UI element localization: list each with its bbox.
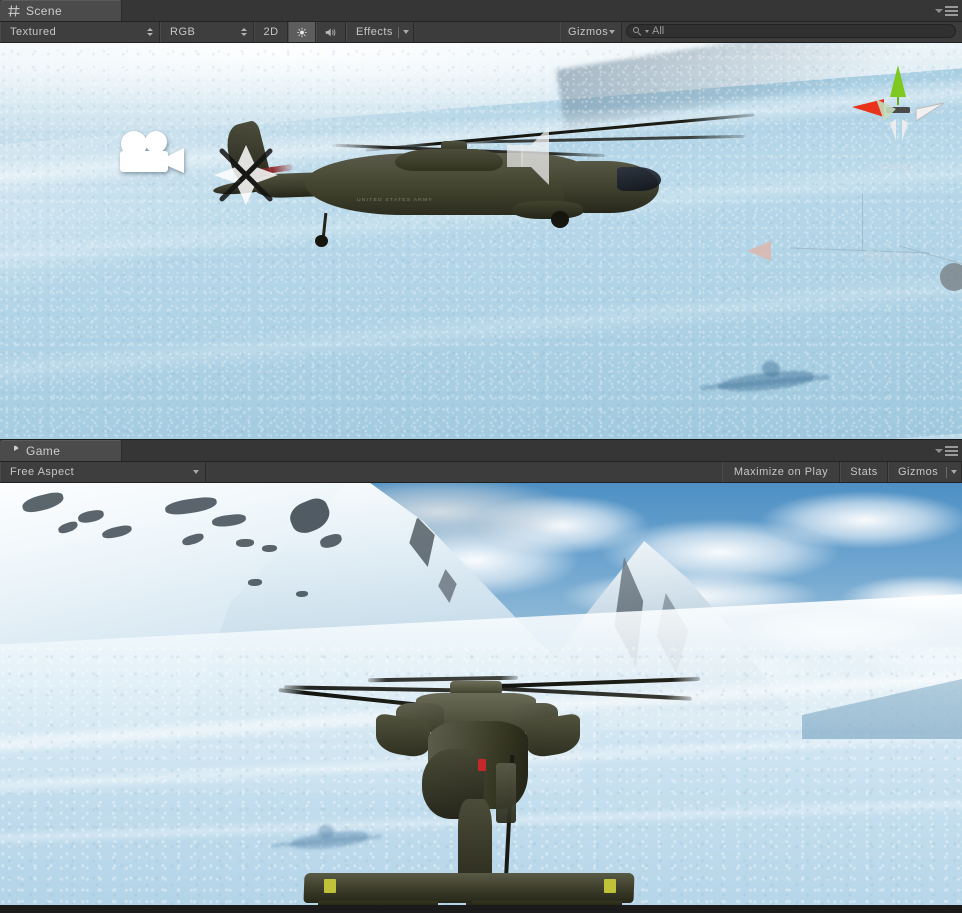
- rock-patch: [236, 539, 254, 547]
- scene-toolbar: Textured RGB 2D Effects Gizmos All: [0, 22, 962, 43]
- scene-effects-label: Effects: [356, 26, 393, 38]
- tab-game-label: Game: [26, 444, 61, 458]
- game-helicopter-shadow: [318, 825, 334, 839]
- grid-icon: [8, 5, 20, 17]
- scene-effects-dropdown[interactable]: Effects: [346, 22, 414, 42]
- scene-draw-mode-dropdown[interactable]: Textured: [0, 22, 160, 42]
- scene-2d-label: 2D: [263, 26, 279, 38]
- scene-search-input[interactable]: All: [626, 24, 956, 38]
- speaker-icon: [325, 28, 336, 36]
- game-panel: Game Free Aspect Maximize on Play Stats …: [0, 440, 962, 908]
- scene-panel-menu-button[interactable]: [935, 4, 958, 17]
- tab-game[interactable]: Game: [0, 440, 122, 461]
- scene-gizmos-dropdown[interactable]: Gizmos: [560, 22, 622, 42]
- game-gizmos-dropdown[interactable]: Gizmos: [888, 462, 962, 482]
- updown-arrows-icon: [241, 28, 247, 36]
- window-bottom-border: [0, 905, 962, 913]
- search-filter-caret-icon: [645, 29, 649, 33]
- rock-patch: [262, 545, 277, 552]
- game-toolbar: Free Aspect Maximize on Play Stats Gizmo…: [0, 462, 962, 483]
- scene-static-watermark: Static: [864, 248, 914, 265]
- scene-draw-mode-label: Textured: [10, 26, 57, 38]
- scene-search-value: All: [652, 25, 665, 37]
- panel-menu-icon: [945, 445, 958, 456]
- scene-viewport[interactable]: UNITED STATES ARMY Static Persp: [0, 43, 962, 439]
- game-stats-toggle[interactable]: Stats: [840, 462, 888, 482]
- sun-icon: [297, 27, 307, 37]
- updown-arrows-icon: [147, 28, 153, 36]
- scene-gizmos-label: Gizmos: [568, 26, 609, 38]
- chevron-down-icon: [609, 30, 615, 34]
- game-icon: [8, 445, 19, 457]
- rock-patch: [248, 579, 262, 586]
- game-tabbar-filler: [122, 440, 962, 461]
- scene-audio-toggle[interactable]: [316, 22, 346, 42]
- rock-patch: [296, 591, 308, 597]
- cloud: [760, 491, 962, 549]
- tab-scene[interactable]: Scene: [0, 0, 122, 21]
- scene-orientation-gizmo[interactable]: Persp: [846, 59, 950, 209]
- scene-panel: Scene Textured RGB 2D Effects Gizmos All…: [0, 0, 962, 439]
- panel-menu-caret-icon: [935, 448, 943, 453]
- game-aspect-label: Free Aspect: [10, 466, 75, 478]
- scene-toolbar-spacer: [414, 22, 560, 42]
- scene-color-mode-dropdown[interactable]: RGB: [160, 22, 254, 42]
- game-stats-label: Stats: [850, 466, 878, 478]
- panel-menu-icon: [945, 5, 958, 16]
- tab-scene-label: Scene: [26, 4, 63, 18]
- game-maximize-on-play-label: Maximize on Play: [733, 466, 829, 478]
- panel-menu-caret-icon: [935, 8, 943, 13]
- search-icon: [633, 26, 642, 36]
- game-toolbar-spacer: [206, 462, 722, 482]
- game-maximize-on-play-toggle[interactable]: Maximize on Play: [722, 462, 840, 482]
- chevron-down-icon: [193, 470, 199, 474]
- scene-color-mode-label: RGB: [170, 26, 196, 38]
- scene-2d-toggle[interactable]: 2D: [254, 22, 288, 42]
- direction-arrow-gizmo[interactable]: [745, 239, 779, 268]
- scene-tabbar-filler: [122, 0, 962, 21]
- game-panel-menu-button[interactable]: [935, 444, 958, 457]
- chevron-down-icon: [403, 30, 409, 34]
- game-aspect-dropdown[interactable]: Free Aspect: [0, 462, 206, 482]
- particle-effect-gizmo-icon[interactable]: [212, 141, 280, 214]
- chevron-down-icon: [951, 470, 957, 474]
- game-snow-texture: [0, 644, 962, 908]
- scene-tabbar: Scene: [0, 0, 962, 22]
- scene-projection-mode-label[interactable]: Persp: [846, 159, 950, 174]
- game-viewport[interactable]: [0, 483, 962, 908]
- game-tabbar: Game: [0, 440, 962, 462]
- game-gizmos-label: Gizmos: [898, 466, 939, 478]
- audio-source-gizmo-icon[interactable]: [503, 125, 559, 192]
- scene-lighting-toggle[interactable]: [288, 22, 316, 42]
- unity-editor-window: Scene Textured RGB 2D Effects Gizmos All…: [0, 0, 962, 913]
- sphere-gizmo[interactable]: [938, 261, 962, 296]
- camera-gizmo-icon[interactable]: [112, 129, 190, 184]
